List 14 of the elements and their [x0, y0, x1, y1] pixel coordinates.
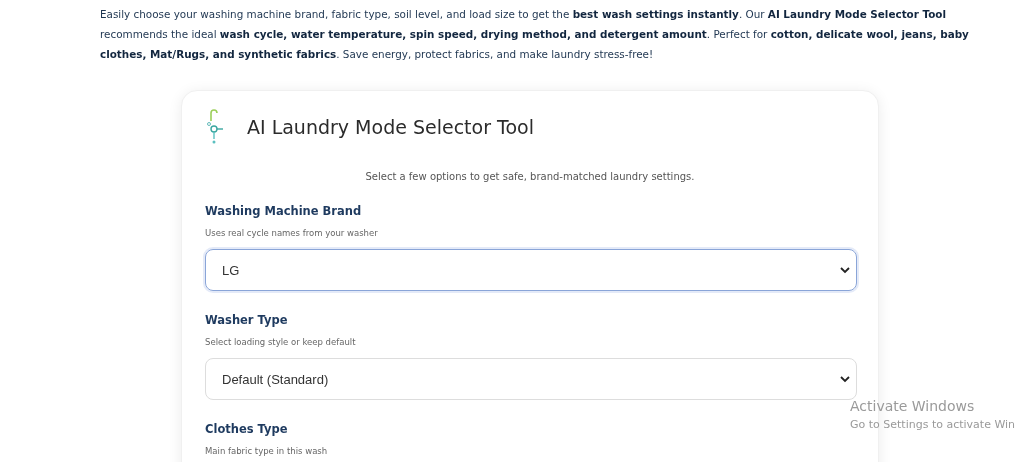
activation-title: Activate Windows — [850, 398, 976, 414]
select-field[interactable]: Default (Standard) — [205, 358, 857, 400]
chevron-down-icon — [840, 375, 850, 383]
field-label: Washing Machine Brand — [205, 204, 363, 218]
field-hint: Uses real cycle names from your washer — [205, 228, 379, 238]
chevron-down-icon — [840, 266, 850, 274]
tool-subtitle: Select a few options to get safe, brand-matched laundry settings. — [364, 171, 696, 182]
activation-text: Go to Settings to activate Win — [850, 418, 1016, 431]
field-label: Washer Type — [205, 313, 289, 327]
field-hint: Select loading style or keep default — [205, 337, 357, 347]
select-field[interactable]: LG — [205, 249, 857, 291]
tool-title: AI Laundry Mode Selector Tool — [247, 116, 534, 138]
field-hint: Main fabric type in this wash — [205, 446, 329, 456]
intro-paragraph: Easily choose your washing machine brand, fabric type, soil level, and load size to get the best wash settings instantly. Our AI Laundry Mode Selector Tool recommends the ideal wash cycle, water temperature, spin speed, drying method, and detergent amount. Perfect for cotton, delicate wool, jeans, baby clothes, Mat/Rugs, and synthetic fabrics. Save energy, protect fabrics, and make laundry stress-free! — [100, 7, 970, 62]
